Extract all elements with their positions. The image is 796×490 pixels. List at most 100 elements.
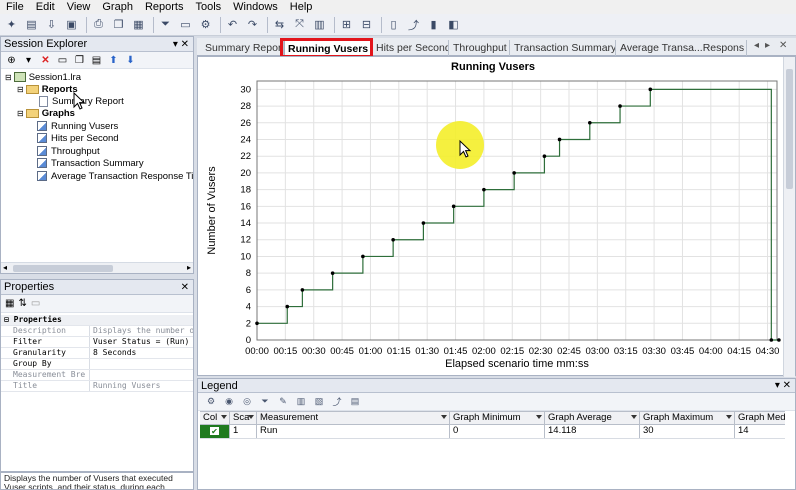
collapse-icon[interactable]: ⊟ <box>17 109 24 118</box>
menu-reports[interactable]: Reports <box>139 0 190 14</box>
collapse-icon[interactable]: ⊟ <box>17 85 24 94</box>
filter-icon[interactable]: ⏷ <box>157 16 174 33</box>
legend-row[interactable]: ✔ 1 Run 0 14.118 30 14 <box>200 425 785 439</box>
document-icon[interactable]: ▯ <box>385 16 402 33</box>
col-header-scale[interactable]: Sca <box>230 412 257 424</box>
compare-icon[interactable]: ⊟ <box>358 16 375 33</box>
scrollbar-thumb[interactable] <box>786 69 793 189</box>
menu-file[interactable]: File <box>0 0 30 14</box>
horizontal-scrollbar[interactable]: ◂ ▸ <box>1 262 193 273</box>
tab-summary-report[interactable]: Summary Report <box>202 40 284 56</box>
col-header-graph-average[interactable]: Graph Average <box>545 412 640 424</box>
property-row[interactable]: Description Displays the number o <box>1 326 193 337</box>
property-row[interactable]: Filter Vuser Status = (Run) <box>1 337 193 348</box>
col-header-measurement[interactable]: Measurement <box>257 412 450 424</box>
running-vusers-chart[interactable]: 02468101214161820222426283000:00 00:15 00:… <box>198 57 784 375</box>
add-graph-icon[interactable]: ⊞ <box>338 16 355 33</box>
duplicate-icon[interactable]: ❐ <box>72 54 87 67</box>
scale-icon[interactable]: ▥ <box>294 396 308 408</box>
menu-edit[interactable]: Edit <box>30 0 61 14</box>
tree-item-hits-per-second[interactable]: Hits per Second <box>37 132 119 144</box>
property-pages-icon[interactable]: ▭ <box>31 298 40 309</box>
menu-help[interactable]: Help <box>284 0 319 14</box>
col-header-graph-maximum[interactable]: Graph Maximum <box>640 412 735 424</box>
move-down-icon[interactable]: ⬇ <box>123 54 138 67</box>
undo-icon[interactable]: ↶ <box>224 16 241 33</box>
collapse-icon[interactable]: ⊟ <box>5 73 12 82</box>
tab-scroll-right-icon[interactable]: ▸ <box>765 40 770 51</box>
col-header-graph-median[interactable]: Graph Med <box>735 412 785 424</box>
correlate-icon[interactable]: ⤧ <box>291 16 308 33</box>
legend-color-cell[interactable]: ✔ <box>200 425 230 438</box>
printer-icon[interactable]: ▥ <box>311 16 328 33</box>
tree-item-throughput[interactable]: Throughput <box>37 145 100 157</box>
dropdown-icon[interactable]: ▾ <box>21 54 36 67</box>
report-icon[interactable]: ▭ <box>177 16 194 33</box>
move-up-icon[interactable]: ⬆ <box>106 54 121 67</box>
tree-item-running-vusers[interactable]: Running Vusers <box>37 120 118 132</box>
tree-folder-graphs[interactable]: ⊟ Graphs <box>17 107 75 119</box>
settings-icon[interactable]: ⚙ <box>197 16 214 33</box>
data-point <box>542 154 547 158</box>
copy-icon[interactable]: ❐ <box>110 16 127 33</box>
paste-icon[interactable]: ▦ <box>130 16 147 33</box>
visibility-checkbox[interactable]: ✔ <box>209 426 220 436</box>
menu-graph[interactable]: Graph <box>96 0 139 14</box>
import-icon[interactable]: ⇩ <box>43 16 60 33</box>
property-row[interactable]: Group By <box>1 359 193 370</box>
show-icon[interactable]: ◉ <box>222 396 236 408</box>
vertical-scrollbar[interactable] <box>783 57 795 377</box>
filter-icon[interactable]: ⏷ <box>258 396 272 408</box>
property-row[interactable]: Title Running Vusers <box>1 381 193 392</box>
scroll-right-icon[interactable]: ▸ <box>187 263 191 272</box>
properties-icon[interactable]: ▤ <box>89 54 104 67</box>
legend-toolbar: ⚙ ◉ ◎ ⏷ ✎ ▥ ▧ ⤴ ▤ <box>198 393 795 411</box>
add-icon[interactable]: ⊕ <box>4 54 19 67</box>
scroll-left-icon[interactable]: ◂ <box>3 263 7 272</box>
tab-close-icon[interactable]: ✕ <box>779 40 787 51</box>
chart-icon[interactable]: ▮ <box>425 16 442 33</box>
pin-close-icon[interactable]: ▾ ✕ <box>775 379 791 393</box>
tree-item-avg-response-time[interactable]: Average Transaction Response Ti <box>37 170 193 182</box>
x-tick-label: 04:15 <box>727 346 751 357</box>
col-header-col[interactable]: Col <box>200 412 230 424</box>
export-icon[interactable]: ⤴ <box>405 16 422 33</box>
tab-scroll-left-icon[interactable]: ◂ <box>754 40 759 51</box>
columns-icon[interactable]: ▤ <box>348 396 362 408</box>
menu-tools[interactable]: Tools <box>189 0 227 14</box>
col-header-graph-minimum[interactable]: Graph Minimum <box>450 412 545 424</box>
sort-alpha-icon[interactable]: ⇅ <box>18 298 26 309</box>
menu-view[interactable]: View <box>61 0 97 14</box>
html-report-icon[interactable]: ◧ <box>445 16 462 33</box>
tab-transaction-summary[interactable]: Transaction Summary <box>511 40 616 56</box>
property-row[interactable]: Granularity 8 Seconds <box>1 348 193 359</box>
tree-item-transaction-summary[interactable]: Transaction Summary <box>37 157 144 169</box>
tab-hits-per-second[interactable]: Hits per Second <box>373 40 449 56</box>
save-icon[interactable]: ▣ <box>63 16 80 33</box>
configure-icon[interactable]: ⚙ <box>204 396 218 408</box>
tree-root[interactable]: ⊟ Session1.lra <box>5 71 81 83</box>
menu-windows[interactable]: Windows <box>227 0 284 14</box>
print-icon[interactable]: ⎙ <box>90 16 107 33</box>
categorized-icon[interactable]: ▦ <box>5 298 14 309</box>
highlight-icon[interactable]: ✎ <box>276 396 290 408</box>
pin-close-icon[interactable]: ▾ ✕ <box>173 37 189 52</box>
delete-icon[interactable]: ✕ <box>38 54 53 67</box>
new-session-icon[interactable]: ✦ <box>3 16 20 33</box>
rename-icon[interactable]: ▭ <box>55 54 70 67</box>
y-tick-label: 18 <box>240 185 251 196</box>
session-explorer-toolbar: ⊕ ▾ ✕ ▭ ❐ ▤ ⬆ ⬇ <box>1 52 193 69</box>
hide-icon[interactable]: ◎ <box>240 396 254 408</box>
tab-throughput[interactable]: Throughput <box>450 40 510 56</box>
property-row[interactable]: Measurement Bre <box>1 370 193 381</box>
open-folder-icon[interactable]: ▤ <box>23 16 40 33</box>
redo-icon[interactable]: ↷ <box>244 16 261 33</box>
tree-folder-reports[interactable]: ⊟ Reports <box>17 83 78 95</box>
tab-average-transaction-response[interactable]: Average Transa...Respons <box>617 40 747 56</box>
color-icon[interactable]: ▧ <box>312 396 326 408</box>
export-icon[interactable]: ⤴ <box>330 396 344 408</box>
pin-icon[interactable]: ✕ <box>181 280 189 295</box>
merge-graphs-icon[interactable]: ⇆ <box>271 16 288 33</box>
x-tick-label: 00:45 <box>330 346 354 357</box>
scrollbar-thumb[interactable] <box>13 265 113 272</box>
